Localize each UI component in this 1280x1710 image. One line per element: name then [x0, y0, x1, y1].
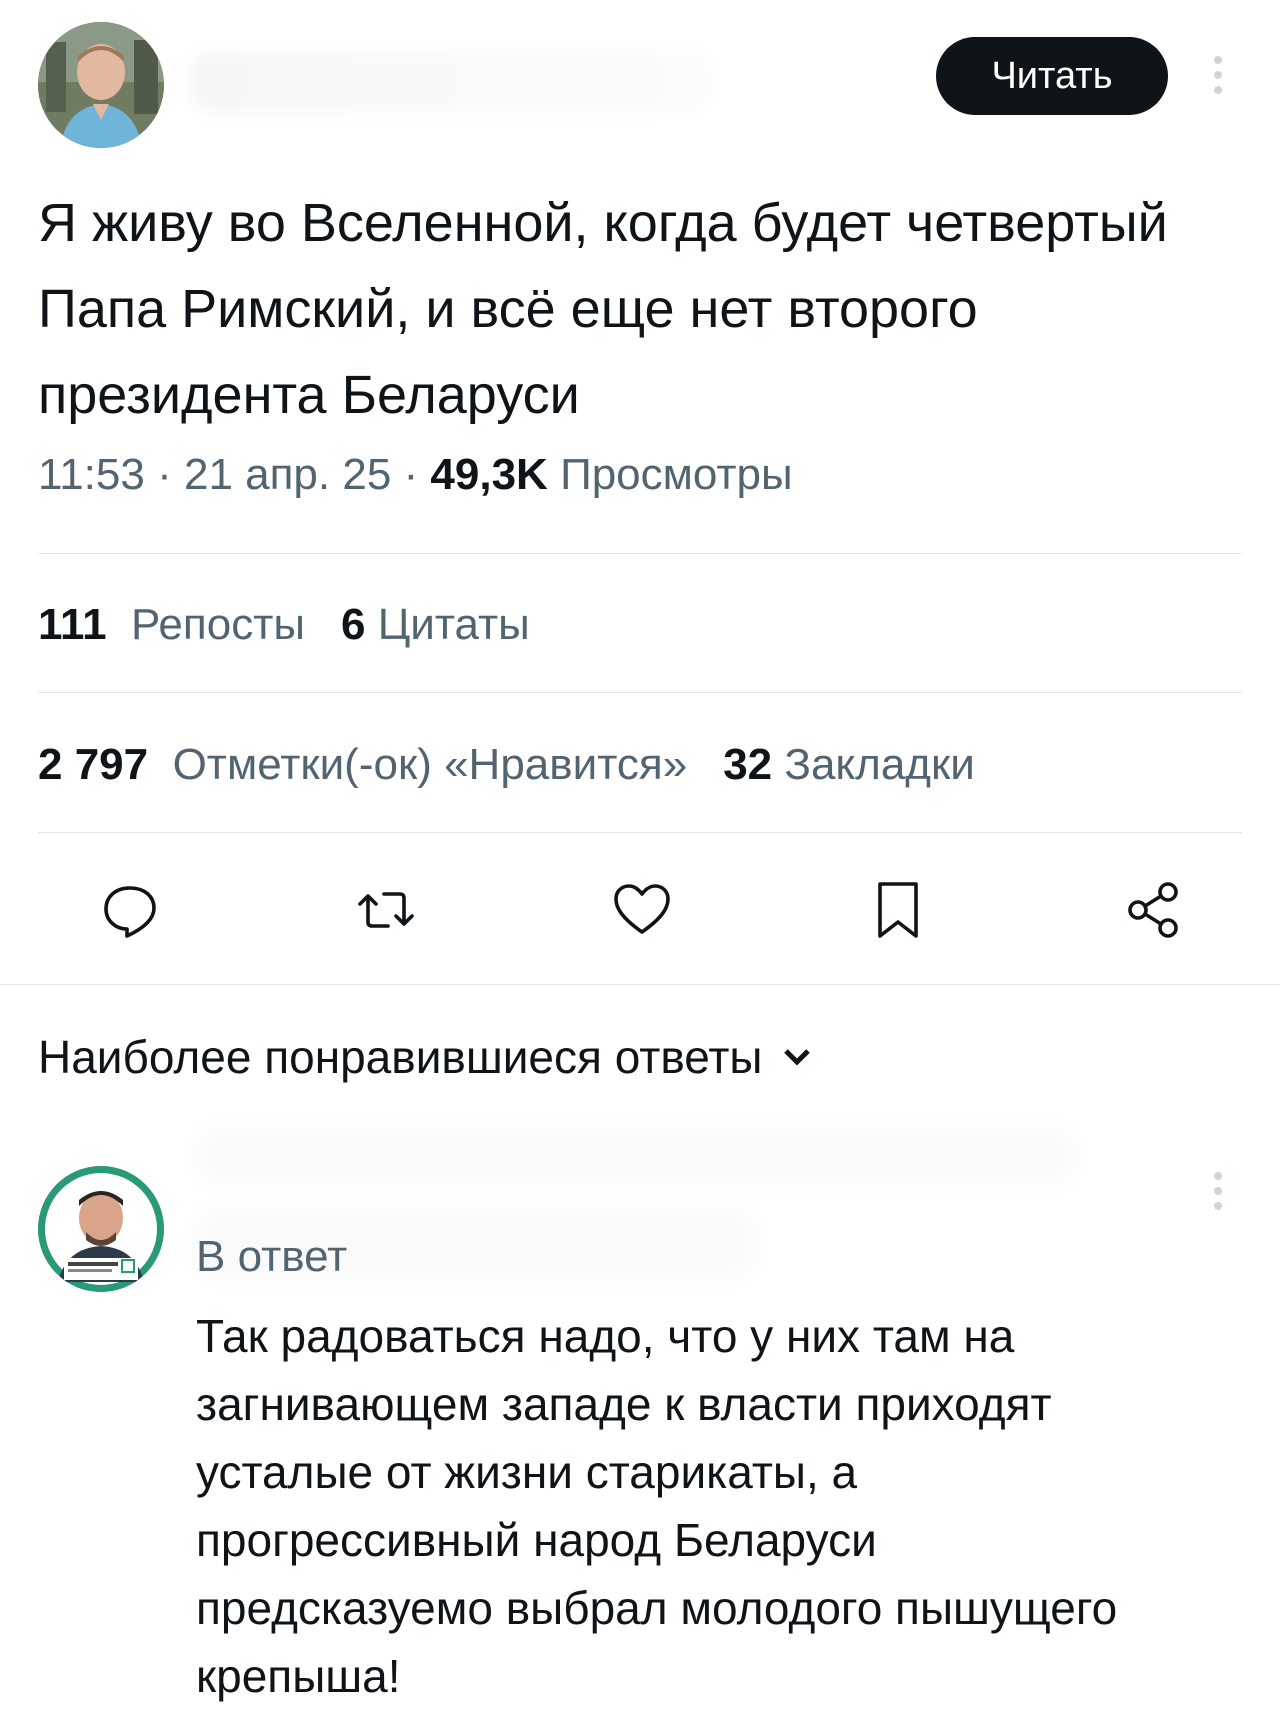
action-bar	[0, 870, 1280, 950]
repost-stats: 111 Репосты 6 Цитаты	[38, 600, 530, 650]
meta-separator: ·	[157, 450, 172, 499]
tweet-time[interactable]: 11:53	[38, 450, 145, 499]
likes-stat[interactable]: 2 797 Отметки(-ок) «Нравится»	[38, 740, 687, 789]
more-vertical-icon[interactable]	[1212, 1172, 1224, 1217]
reply-author-blurred	[196, 1128, 1076, 1184]
author-avatar[interactable]	[38, 22, 164, 148]
bookmarks-label: Закладки	[784, 740, 975, 789]
replies-heading: Наиболее понравившиеся ответы	[38, 1031, 763, 1083]
quotes-count: 6	[340, 600, 366, 649]
views-label: Просмотры	[560, 450, 793, 499]
tweet-meta: 11:53 · 21 апр. 25 · 49,3K Просмотры	[38, 450, 793, 500]
heart-icon[interactable]	[602, 870, 682, 950]
reposts-stat[interactable]: 111 Репосты	[38, 600, 305, 649]
reply-author-avatar[interactable]	[38, 1166, 164, 1292]
reply-context-label: В ответ	[196, 1232, 348, 1281]
likes-count: 2 797	[38, 740, 149, 789]
repost-icon[interactable]	[346, 870, 426, 950]
reposts-label: Репосты	[131, 600, 305, 649]
quotes-label: Цитаты	[377, 600, 530, 649]
divider	[38, 692, 1242, 693]
tweet-text: Я живу во Вселенной, когда будет четверт…	[38, 193, 1168, 425]
author-name-blurred	[190, 52, 710, 112]
section-divider	[0, 984, 1280, 985]
bookmarks-stat[interactable]: 32 Закладки	[723, 740, 975, 789]
divider	[38, 832, 1242, 833]
quotes-stat[interactable]: 6 Цитаты	[341, 600, 530, 649]
tweet-date[interactable]: 21 апр. 25	[184, 450, 391, 499]
reposts-count: 111	[38, 600, 107, 649]
follow-button[interactable]: Читать	[936, 37, 1168, 115]
bookmark-icon[interactable]	[858, 870, 938, 950]
reply-text: Так радоваться надо, что у них там на за…	[196, 1310, 1118, 1702]
more-vertical-icon[interactable]	[1212, 56, 1224, 101]
like-stats: 2 797 Отметки(-ок) «Нравится» 32 Закладки	[38, 740, 975, 790]
meta-separator: ·	[403, 450, 419, 499]
share-icon[interactable]	[1114, 870, 1194, 950]
bookmarks-count: 32	[723, 740, 773, 789]
views-count: 49,3K	[430, 450, 548, 499]
likes-label: Отметки(-ок) «Нравится»	[172, 740, 688, 789]
replies-sort-toggle[interactable]: Наиболее понравившиеся ответы	[38, 1030, 814, 1084]
divider	[38, 553, 1242, 554]
reply-icon[interactable]	[90, 870, 170, 950]
chevron-down-icon	[784, 1049, 811, 1066]
